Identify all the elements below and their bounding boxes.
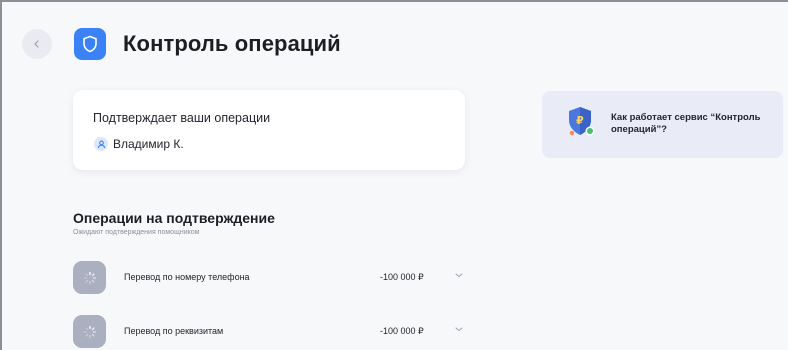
- page-title: Контроль операций: [123, 31, 341, 56]
- service-info-text: Как работает сервис “Контроль операций”?: [611, 112, 761, 135]
- confirmer-name: Владимир К.: [113, 137, 184, 151]
- operation-row[interactable]: Перевод по номеру телефона -100 000 ₽: [73, 261, 473, 294]
- operation-amount: -100 000 ₽: [380, 272, 424, 282]
- svg-text:₽: ₽: [576, 114, 584, 127]
- confirmer-card: Подтверждает ваши операции Владимир К.: [73, 90, 465, 170]
- chevron-down-icon[interactable]: [453, 269, 465, 281]
- operations-section-title: Операции на подтверждение: [73, 210, 275, 226]
- loading-spinner-icon: [73, 315, 106, 348]
- operation-row[interactable]: Перевод по реквизитам -100 000 ₽: [73, 315, 473, 348]
- app-window: Контроль операций Подтверждает ваши опер…: [0, 0, 788, 350]
- shield-icon: [83, 35, 97, 53]
- operations-section-subtitle: Ожидают подтверждения помощником: [73, 229, 200, 236]
- person-icon: [94, 137, 108, 151]
- ruble-shield-icon: ₽: [569, 107, 595, 136]
- service-logo: [74, 28, 106, 60]
- service-info-card[interactable]: ₽ Как работает сервис “Контроль операций…: [542, 91, 783, 158]
- operation-amount: -100 000 ₽: [380, 326, 424, 336]
- operation-label: Перевод по реквизитам: [124, 326, 224, 336]
- chevron-left-icon: [34, 40, 39, 48]
- confirmer-card-title: Подтверждает ваши операции: [93, 111, 271, 125]
- loading-spinner-icon: [73, 261, 106, 294]
- back-button[interactable]: [22, 29, 52, 59]
- chevron-down-icon[interactable]: [453, 323, 465, 335]
- operation-label: Перевод по номеру телефона: [124, 272, 250, 282]
